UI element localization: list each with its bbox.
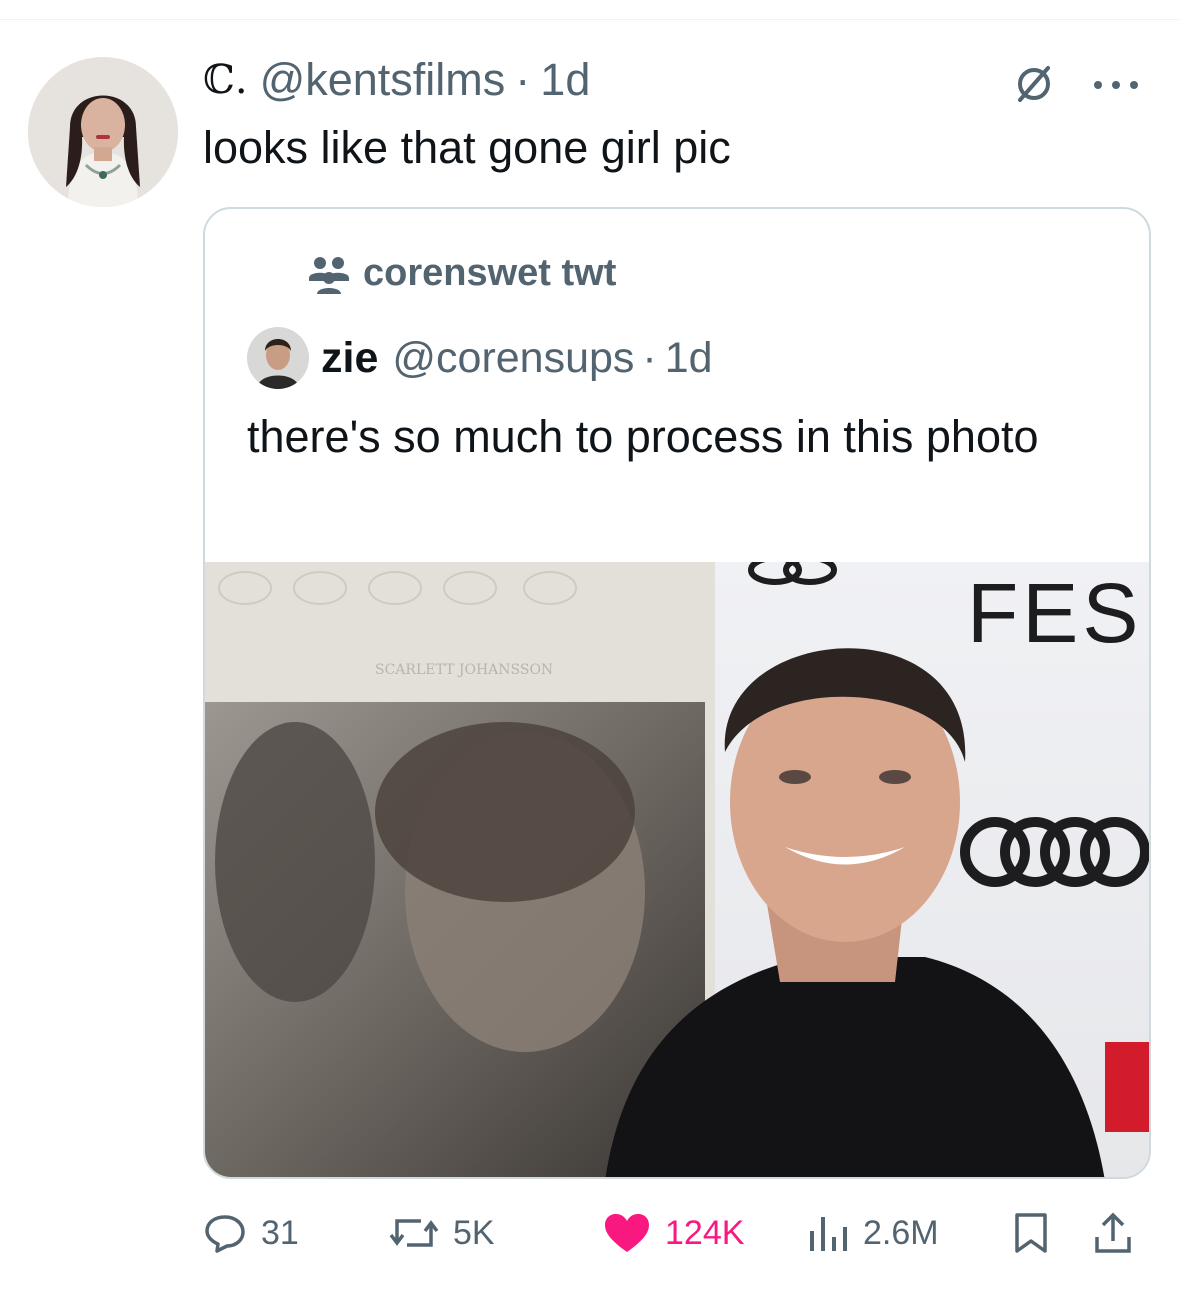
share-button[interactable] (1093, 1205, 1147, 1261)
quoted-post-card[interactable]: corenswet twt zie @corensups · 1d there'… (203, 207, 1151, 1179)
grok-icon[interactable] (1012, 62, 1056, 106)
reply-icon (205, 1215, 245, 1253)
views-count: 2.6M (863, 1213, 939, 1252)
bookmark-button[interactable] (1013, 1205, 1063, 1261)
repost-button[interactable]: 5K (389, 1205, 495, 1261)
poster-credit-text: SCARLETT JOHANSSON (375, 662, 553, 678)
post-time[interactable]: 1d (540, 52, 590, 108)
post-header: ℂ. @kentsfilms · 1d (203, 52, 590, 108)
views-icon (810, 1217, 847, 1251)
author-display-name[interactable]: ℂ. (203, 52, 248, 108)
separator-dot: · (642, 333, 657, 382)
views-button[interactable]: 2.6M (807, 1205, 939, 1261)
like-count: 124K (665, 1213, 745, 1252)
author-handle[interactable]: @kentsfilms (260, 52, 506, 108)
heart-icon (605, 1214, 649, 1252)
more-icon[interactable] (1088, 70, 1144, 100)
top-divider (0, 19, 1179, 20)
post-text: looks like that gone girl pic (203, 122, 731, 173)
reply-button[interactable]: 31 (203, 1205, 299, 1261)
share-icon (1095, 1212, 1131, 1253)
like-button[interactable]: 124K (603, 1205, 744, 1261)
action-bar: 31 5K 124K 2.6M (203, 1205, 1149, 1261)
quoted-author-name[interactable]: zie (321, 334, 378, 383)
separator-dot: · (515, 54, 531, 105)
repost-icon (389, 1219, 439, 1247)
repost-count: 5K (453, 1213, 495, 1252)
reply-count: 31 (261, 1213, 299, 1252)
quoted-post-text: there's so much to process in this photo (247, 411, 1039, 462)
backdrop-sign-text: FES (967, 566, 1142, 660)
bookmark-icon (1015, 1213, 1047, 1253)
community-name: corenswet twt (363, 252, 617, 294)
quoted-post-header: zie @corensups · 1d (247, 327, 713, 389)
quoted-post-photo[interactable]: SCARLETT JOHANSSON FES (205, 555, 1149, 1177)
quoted-author-handle[interactable]: @corensups (392, 334, 634, 383)
author-avatar-image (28, 57, 178, 207)
community-icon (305, 254, 353, 294)
quoted-author-avatar[interactable] (247, 327, 309, 389)
quoted-post-time[interactable]: 1d (665, 334, 713, 383)
author-avatar[interactable] (28, 57, 178, 207)
community-label[interactable]: corenswet twt (305, 252, 616, 295)
